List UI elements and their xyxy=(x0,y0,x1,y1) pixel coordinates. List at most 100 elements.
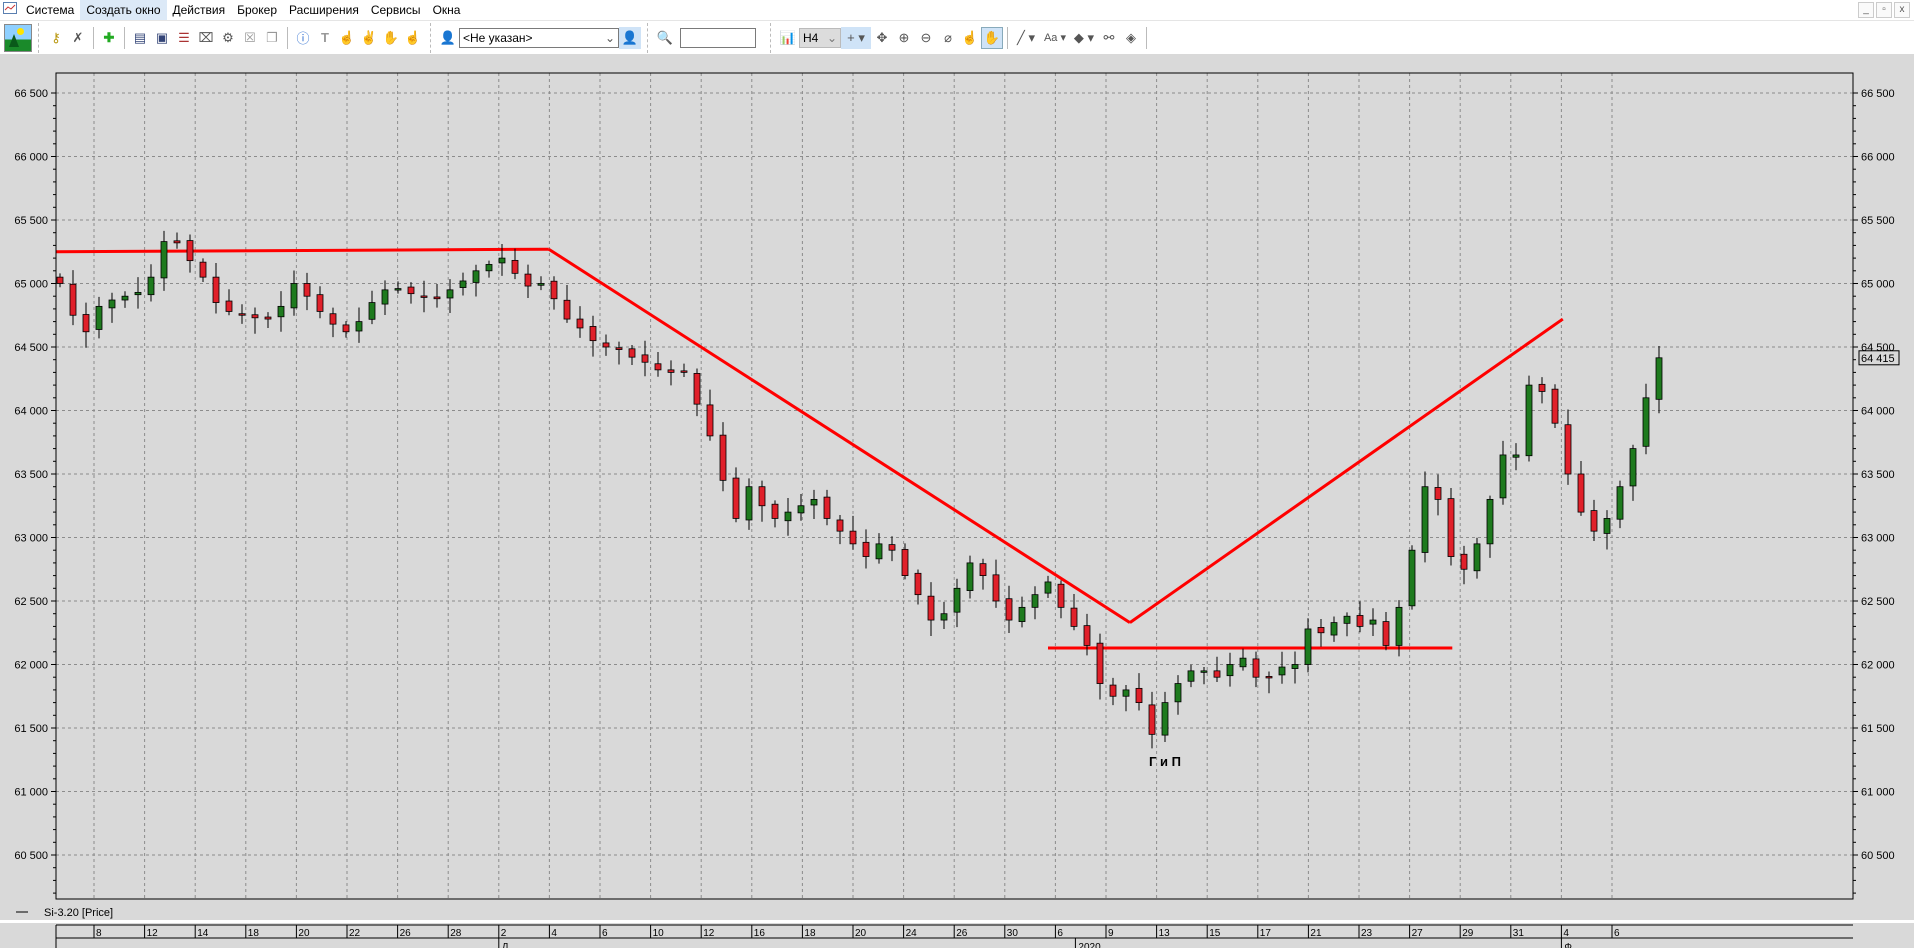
separator xyxy=(124,26,125,49)
candle-body-down xyxy=(524,273,532,287)
hand-icon[interactable]: ✋ xyxy=(981,26,1003,49)
y-tick-label-left: 61 500 xyxy=(14,723,48,735)
candle xyxy=(979,558,987,590)
logo-icon[interactable] xyxy=(4,23,32,52)
menu-sozdat-okno[interactable]: Создать окно xyxy=(80,0,167,20)
candle-body-down xyxy=(1213,670,1221,678)
y-tick-label-right: 63 500 xyxy=(1861,469,1895,481)
candle xyxy=(1434,474,1442,516)
y-tick-label-left: 60 500 xyxy=(14,850,48,862)
candle-body-up xyxy=(1642,397,1650,447)
x-tick-label: 16 xyxy=(754,928,766,939)
price-chart[interactable]: 66 500 66 500 66 000 66 000 65 500 65 500 65 0… xyxy=(0,54,1914,948)
menu-deistviya[interactable]: Действия xyxy=(167,0,232,20)
candle-body-down xyxy=(927,595,935,621)
zoom-out-icon[interactable]: ⊖ xyxy=(915,27,937,49)
account-icon[interactable]: 👤 xyxy=(437,27,459,49)
key-icon[interactable]: ⚷ xyxy=(45,27,67,49)
pointer-icon[interactable]: ☝ xyxy=(959,27,981,49)
candle xyxy=(797,493,805,521)
candle xyxy=(69,270,77,326)
chart-window[interactable]: 66 500 66 500 66 000 66 000 65 500 65 500 65 0… xyxy=(0,54,1914,948)
copy-icon[interactable]: ❐ xyxy=(261,27,283,49)
candle-body-up xyxy=(134,291,142,296)
candle xyxy=(1226,652,1234,687)
candle-body-up xyxy=(1226,664,1234,677)
x-tick-label: 15 xyxy=(1209,928,1221,939)
candle-body-up xyxy=(1161,702,1169,736)
hand2-icon[interactable]: ✌ xyxy=(358,27,380,49)
chart-type-icon[interactable]: 📊 xyxy=(777,27,799,49)
portfolio-icon[interactable]: ⌧ xyxy=(195,27,217,49)
line-icon[interactable]: ╱ ▾ xyxy=(1012,27,1040,49)
candle-body-up xyxy=(875,543,883,560)
timeframe-select[interactable]: H4 ⌄ xyxy=(799,27,841,48)
close-icon[interactable]: x xyxy=(1894,2,1910,18)
menu-servisy[interactable]: Сервисы xyxy=(365,0,427,20)
menu-rasshireniya[interactable]: Расширения xyxy=(283,0,365,20)
trend-line[interactable] xyxy=(1129,317,1564,624)
quote-window-icon[interactable]: ▣ xyxy=(151,27,173,49)
restore-icon[interactable]: ▫ xyxy=(1876,2,1892,18)
layers-icon[interactable]: ◈ xyxy=(1120,27,1142,49)
candle xyxy=(1278,651,1286,684)
y-tick-label-left: 64 000 xyxy=(14,406,48,418)
menu-sistema[interactable]: Система xyxy=(20,0,80,20)
chevron-down-icon: ⌄ xyxy=(604,30,615,45)
candle-body-up xyxy=(537,283,545,286)
disconnect-icon[interactable]: ✗ xyxy=(67,27,89,49)
candle-body-down xyxy=(563,299,571,320)
hand1-icon[interactable]: ☝ xyxy=(336,27,358,49)
zoom-in-icon[interactable]: ⊕ xyxy=(893,27,915,49)
account-details-icon[interactable]: 👤 xyxy=(619,26,641,49)
x-tick-label: 13 xyxy=(1159,928,1171,939)
search-input[interactable] xyxy=(680,27,756,48)
candle-body-down xyxy=(82,314,90,333)
chart-window-icon[interactable]: ▤ xyxy=(129,27,151,49)
link-icon[interactable]: ⚯ xyxy=(1098,27,1120,49)
move-icon[interactable]: ✥ xyxy=(871,27,893,49)
series-legend: Si-3.20 [Price] xyxy=(44,907,113,919)
candle-body-down xyxy=(576,318,584,329)
settings-icon[interactable]: ⚙ xyxy=(217,27,239,49)
candle xyxy=(719,422,727,492)
hand3-icon[interactable]: ✋ xyxy=(380,27,402,49)
text-icon[interactable]: T xyxy=(314,27,336,49)
candle-body-up xyxy=(121,295,129,301)
x-tick-label: 10 xyxy=(653,928,665,939)
text-tool-icon[interactable]: Aa ▾ xyxy=(1040,27,1070,49)
y-tick-label-right: 60 500 xyxy=(1861,850,1895,862)
divider xyxy=(0,920,1914,923)
alert-icon[interactable]: ⓘ xyxy=(292,27,314,49)
candle xyxy=(264,312,272,328)
minimize-icon[interactable]: _ xyxy=(1858,2,1874,18)
search-icon[interactable]: 🔍 xyxy=(654,27,676,49)
chart-annotation[interactable]: Г и П xyxy=(1149,754,1181,769)
candle xyxy=(888,536,896,562)
fill-icon[interactable]: ◆ ▾ xyxy=(1070,27,1098,49)
candle-body-up xyxy=(1525,384,1533,457)
candle-body-down xyxy=(1356,615,1364,627)
trend-line[interactable] xyxy=(55,247,549,254)
app-icon[interactable] xyxy=(0,0,20,20)
hand4-icon[interactable]: ☝ xyxy=(402,27,424,49)
candle-body-up xyxy=(1122,689,1130,697)
account-select[interactable]: <Не указан> ⌄ xyxy=(459,27,619,48)
candle xyxy=(186,234,194,273)
ruler-icon[interactable]: ⌀ xyxy=(937,27,959,49)
orders-icon[interactable]: ☰ xyxy=(173,27,195,49)
candle xyxy=(1031,586,1039,620)
trend-line[interactable] xyxy=(547,247,1131,624)
candle xyxy=(173,232,181,249)
new-window-icon[interactable]: ✚ xyxy=(98,27,120,49)
x-tick-label: 18 xyxy=(248,928,260,939)
y-tick-label-right: 62 500 xyxy=(1861,596,1895,608)
x-tick-label: 9 xyxy=(1108,928,1114,939)
candle-body-down xyxy=(1538,383,1546,392)
menu-broker[interactable]: Брокер xyxy=(231,0,283,20)
menu-okna[interactable]: Окна xyxy=(427,0,467,20)
y-tick-label-left: 63 000 xyxy=(14,533,48,545)
candle xyxy=(95,296,103,339)
delete-icon[interactable]: ☒ xyxy=(239,27,261,49)
crosshair-icon[interactable]: + ▾ xyxy=(841,26,871,49)
